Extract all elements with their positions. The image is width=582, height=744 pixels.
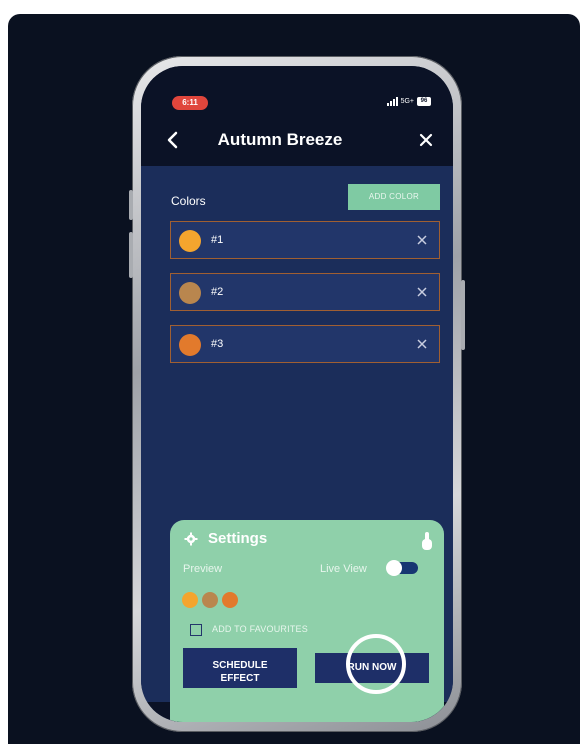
color-swatch[interactable]: [179, 282, 201, 304]
phone-side-button: [129, 232, 133, 278]
preview-dot: [222, 592, 238, 608]
color-swatch[interactable]: [179, 334, 201, 356]
color-label: #2: [211, 286, 224, 298]
signal-icon: [386, 97, 398, 106]
status-time: 6:11: [172, 96, 208, 110]
close-icon[interactable]: [417, 131, 435, 149]
color-swatch[interactable]: [179, 230, 201, 252]
preview-colors: [182, 592, 238, 608]
live-view-toggle[interactable]: [386, 560, 418, 576]
favourites-label[interactable]: ADD TO FAVOURITES: [212, 624, 308, 634]
settings-title: Settings: [208, 530, 268, 547]
battery-icon: 96: [417, 97, 431, 106]
gear-icon: [184, 532, 198, 546]
color-row-2[interactable]: #2: [170, 273, 440, 311]
remove-color-icon[interactable]: [415, 337, 429, 351]
network-label: 5G+: [400, 98, 414, 105]
preview-label: Preview: [183, 563, 223, 575]
phone-side-button: [129, 190, 133, 220]
page-title: Autumn Breeze: [217, 130, 343, 149]
schedule-effect-button[interactable]: SCHEDULE EFFECT: [183, 648, 297, 688]
add-color-button[interactable]: ADD COLOR: [348, 184, 440, 210]
phone-side-button: [461, 280, 465, 350]
colors-label: Colors: [171, 194, 206, 208]
color-row-1[interactable]: #1: [170, 221, 440, 259]
color-row-3[interactable]: #3: [170, 325, 440, 363]
schedule-button-label: SCHEDULE EFFECT: [212, 659, 268, 684]
preview-dot: [202, 592, 218, 608]
toggle-knob: [386, 560, 402, 576]
color-label: #1: [211, 234, 224, 246]
preview-dot: [182, 592, 198, 608]
settings-panel: Settings Preview Live View ADD TO FAVOUR…: [170, 520, 444, 722]
remove-color-icon[interactable]: [415, 233, 429, 247]
hand-pointer-icon: [422, 532, 432, 550]
phone-screen: 6:11 5G+ 96 Autumn Breeze Colors ADD COL…: [141, 66, 453, 722]
favourites-checkbox[interactable]: [190, 624, 202, 636]
color-label: #3: [211, 338, 224, 350]
title-bar: Autumn Breeze: [141, 114, 453, 166]
live-view-label: Live View: [320, 563, 367, 575]
status-bar: 6:11 5G+ 96: [141, 66, 453, 114]
status-indicators: 5G+ 96: [386, 97, 431, 106]
tap-highlight-ring: [346, 634, 406, 694]
remove-color-icon[interactable]: [415, 285, 429, 299]
